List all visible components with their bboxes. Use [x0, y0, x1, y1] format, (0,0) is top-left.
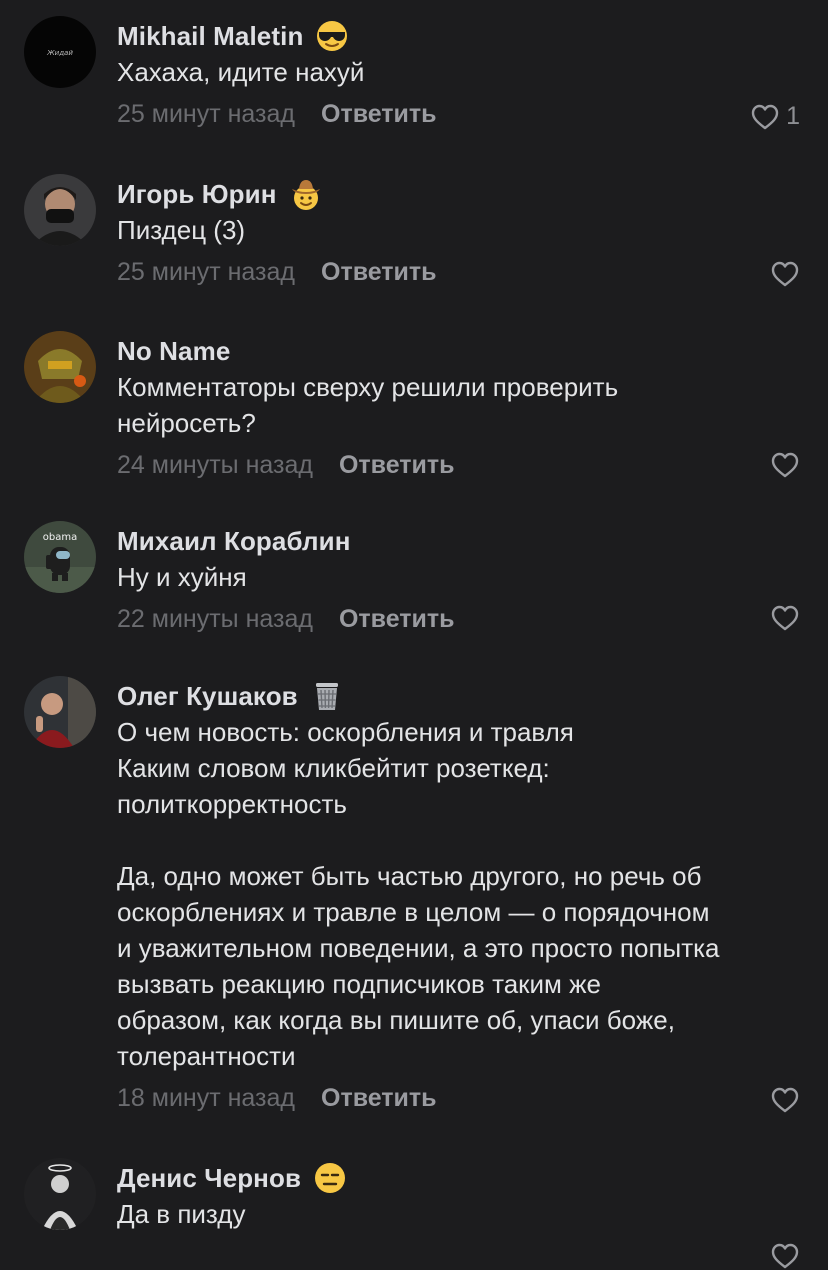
like-button[interactable] [770, 451, 800, 479]
comment-text: Да в пизду [117, 1199, 246, 1229]
comment-time: 22 минуты назад [117, 604, 313, 633]
comment-time: 25 минут назад [117, 257, 295, 286]
reply-button[interactable]: Ответить [339, 605, 455, 634]
reply-button[interactable]: Ответить [321, 258, 437, 287]
avatar[interactable]: Жидай [24, 16, 96, 88]
author-name[interactable]: Михаил Кораблин [117, 526, 351, 557]
heart-icon [770, 451, 800, 479]
comment-text: Хахаха, идите нахуй [117, 57, 365, 87]
comment-text: Комментаторы сверху решили проверить ней… [117, 372, 619, 438]
avatar[interactable] [24, 174, 96, 246]
heart-icon [770, 604, 800, 632]
reply-button[interactable]: Ответить [321, 100, 437, 129]
author-name[interactable]: No Name [117, 336, 230, 367]
avatar[interactable]: obama [24, 521, 96, 593]
avatar-text: obama [43, 532, 77, 543]
avatar[interactable] [24, 331, 96, 403]
expressionless-face-icon [313, 1161, 347, 1195]
author-name[interactable]: Олег Кушаков [117, 681, 298, 712]
like-button[interactable]: 1 [750, 102, 800, 131]
heart-icon [770, 1086, 800, 1114]
reply-button[interactable]: Ответить [321, 1084, 437, 1113]
cowboy-face-icon [289, 177, 323, 211]
heart-icon [750, 103, 780, 131]
heart-icon [770, 1242, 800, 1270]
author-name[interactable]: Игорь Юрин [117, 179, 277, 210]
wastebasket-icon [310, 679, 344, 713]
like-button[interactable] [770, 604, 800, 632]
heart-icon [770, 260, 800, 288]
reply-button[interactable]: Ответить [339, 451, 455, 480]
like-count: 1 [786, 102, 800, 130]
like-button[interactable] [770, 1086, 800, 1114]
avatar-text: Жидай [46, 49, 73, 57]
avatar[interactable] [24, 1158, 96, 1230]
comment-text: Пиздец (3) [117, 215, 246, 245]
author-name[interactable]: Денис Чернов [117, 1163, 301, 1194]
comment-text: Ну и хуйня [117, 562, 247, 592]
like-button[interactable] [770, 260, 800, 288]
comment-time: 25 минут назад [117, 99, 295, 128]
sunglasses-face-icon [315, 19, 349, 53]
comment-time: 24 минуты назад [117, 450, 313, 479]
like-button[interactable] [770, 1242, 800, 1270]
author-name[interactable]: Mikhail Maletin [117, 21, 303, 52]
avatar[interactable] [24, 676, 96, 748]
comment-text: О чем новость: оскорбления и травля Каки… [117, 717, 720, 1071]
comment-time: 18 минут назад [117, 1083, 295, 1112]
